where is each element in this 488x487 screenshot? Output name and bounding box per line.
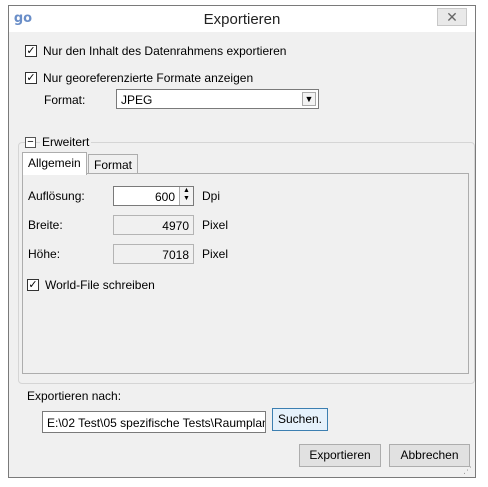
only-georef-checkbox[interactable]: ✓ [25,72,37,84]
width-value: 4970 [162,219,189,233]
tab-panel-allgemein: Auflösung: 600 ▲ ▼ Dpi Breite: 4970 Pixel… [22,173,469,374]
window-title: Exportieren [203,11,281,28]
width-label: Breite: [28,218,63,232]
resize-grip-icon[interactable]: ⋰ [463,465,473,475]
tab-format[interactable]: Format [88,154,139,175]
width-field: 4970 [113,215,194,235]
cancel-button[interactable]: Abbrechen [389,444,470,467]
tab-allgemein[interactable]: Allgemein [22,152,87,175]
world-file-label: World-File schreiben [45,278,155,292]
export-to-label: Exportieren nach: [27,389,122,403]
height-label: Höhe: [28,247,61,261]
only-frame-content-label: Nur den Inhalt des Datenrahmens exportie… [43,44,287,58]
height-value: 7018 [162,248,189,262]
width-unit: Pixel [202,218,229,232]
height-unit: Pixel [202,247,229,261]
spinner-arrows-icon[interactable]: ▲ ▼ [179,187,193,205]
search-button[interactable]: Suchen. [272,408,328,431]
format-label: Format: [44,93,86,107]
resolution-stepper[interactable]: 600 ▲ ▼ [113,186,194,206]
only-frame-content-checkbox[interactable]: ✓ [25,45,37,57]
export-button[interactable]: Exportieren [299,444,381,467]
advanced-label: Erweitert [40,135,92,149]
chevron-down-icon[interactable]: ▼ [302,92,316,106]
height-field: 7018 [113,244,194,264]
export-dialog: gо Exportieren ✕ ✓ Nur den Inhalt des Da… [8,5,476,478]
format-select[interactable]: JPEG ▼ [116,89,319,109]
world-file-checkbox[interactable]: ✓ [27,279,39,291]
export-path-input[interactable]: E:\02 Test\05 spezifische Tests\Raumplan [42,411,266,433]
resolution-label: Auflösung: [28,189,85,203]
title-bar: gо Exportieren ✕ [9,6,475,32]
only-georef-label: Nur georeferenzierte Formate anzeigen [43,71,254,85]
collapse-icon[interactable]: − [25,137,36,148]
resolution-unit: Dpi [202,189,221,203]
format-selected-value: JPEG [121,93,153,107]
resolution-value: 600 [154,190,175,204]
close-button[interactable]: ✕ [437,8,467,26]
